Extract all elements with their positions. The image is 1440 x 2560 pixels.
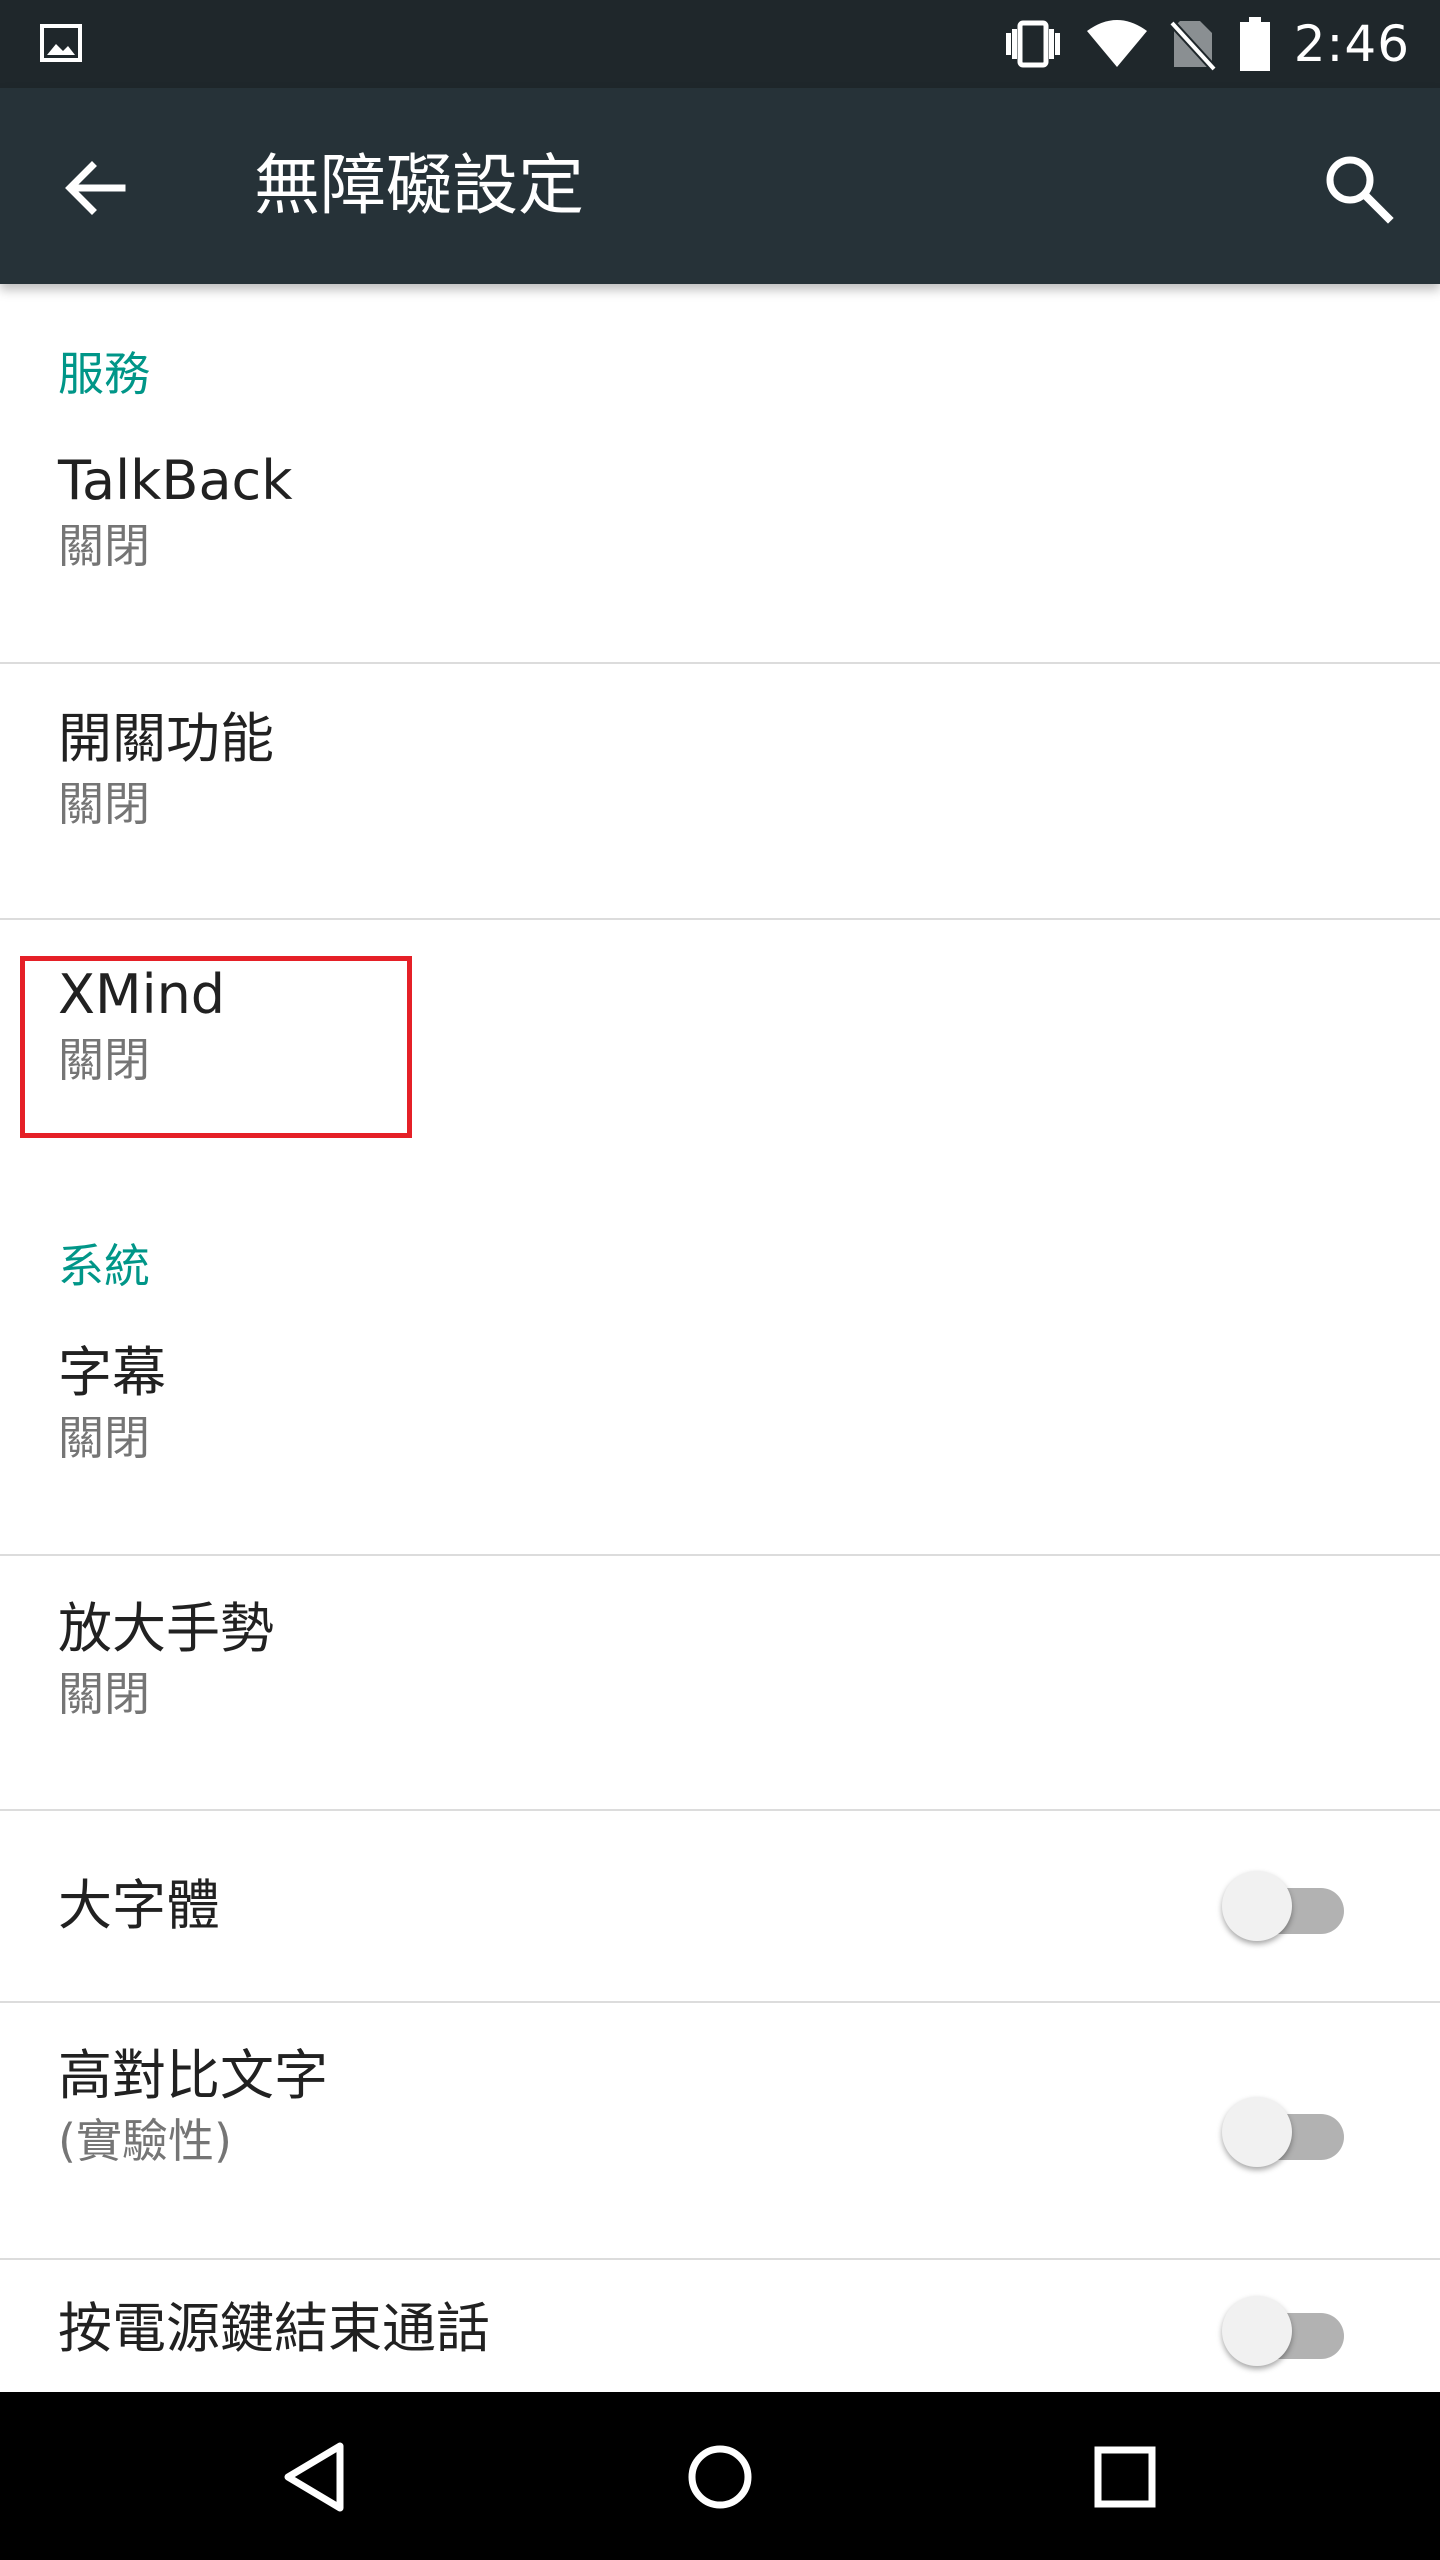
item-status: 關閉 [58, 777, 150, 831]
toggle-thumb [1222, 2097, 1292, 2167]
list-item-power-ends-call[interactable]: 按電源鍵結束通話 [0, 2260, 1440, 2392]
list-item-magnification[interactable]: 放大手勢 關閉 [0, 1556, 1440, 1809]
highlight-box [20, 956, 412, 1138]
item-title: TalkBack [58, 449, 293, 512]
list-item-high-contrast-text[interactable]: 高對比文字 (實驗性) [0, 2003, 1440, 2259]
list-item-captions[interactable]: 字幕 關閉 [0, 1304, 1440, 1554]
page-title: 無障礙設定 [254, 147, 584, 224]
item-title: 開關功能 [58, 707, 274, 770]
section-header-system: 系統 [58, 1239, 150, 1293]
item-status: 關閉 [58, 519, 150, 573]
list-item-switch-access[interactable]: 開關功能 關閉 [0, 664, 1440, 919]
large-text-toggle[interactable] [1222, 1871, 1352, 1941]
item-status: 關閉 [58, 1411, 150, 1465]
battery-icon [1239, 17, 1270, 71]
power-ends-call-toggle[interactable] [1222, 2296, 1352, 2366]
recents-square-icon[interactable] [1080, 2432, 1170, 2522]
item-title: 字幕 [58, 1341, 166, 1404]
navigation-bar [0, 2392, 1440, 2560]
item-title: 按電源鍵結束通話 [58, 2297, 490, 2360]
image-icon [40, 24, 82, 62]
status-time: 2:46 [1293, 15, 1410, 73]
item-title: 高對比文字 [58, 2044, 328, 2107]
item-title: 放大手勢 [58, 1597, 274, 1660]
high-contrast-toggle[interactable] [1222, 2097, 1352, 2167]
item-title: 大字體 [58, 1874, 220, 1937]
toggle-thumb [1222, 1871, 1292, 1941]
item-status: 關閉 [58, 1667, 150, 1721]
no-sim-icon [1169, 20, 1216, 71]
search-icon[interactable] [1320, 150, 1396, 226]
app-bar: 無障礙設定 [0, 88, 1440, 284]
settings-list: 服務 TalkBack 關閉 開關功能 關閉 XMind 關閉 系統 字幕 關閉… [0, 284, 1440, 2392]
status-icons: 2:46 [1002, 0, 1410, 88]
toggle-thumb [1222, 2296, 1292, 2366]
home-circle-icon[interactable] [675, 2432, 765, 2522]
section-header-services: 服務 [58, 347, 150, 401]
vibrate-icon [1005, 20, 1060, 68]
status-bar: 2:46 [0, 0, 1440, 88]
back-arrow-icon[interactable] [58, 152, 130, 224]
back-triangle-icon[interactable] [270, 2432, 360, 2522]
wifi-icon [1086, 20, 1147, 67]
item-subtitle: (實驗性) [58, 2114, 232, 2168]
list-item-talkback[interactable]: TalkBack 關閉 [0, 414, 1440, 664]
list-item-large-text[interactable]: 大字體 [0, 1811, 1440, 2001]
